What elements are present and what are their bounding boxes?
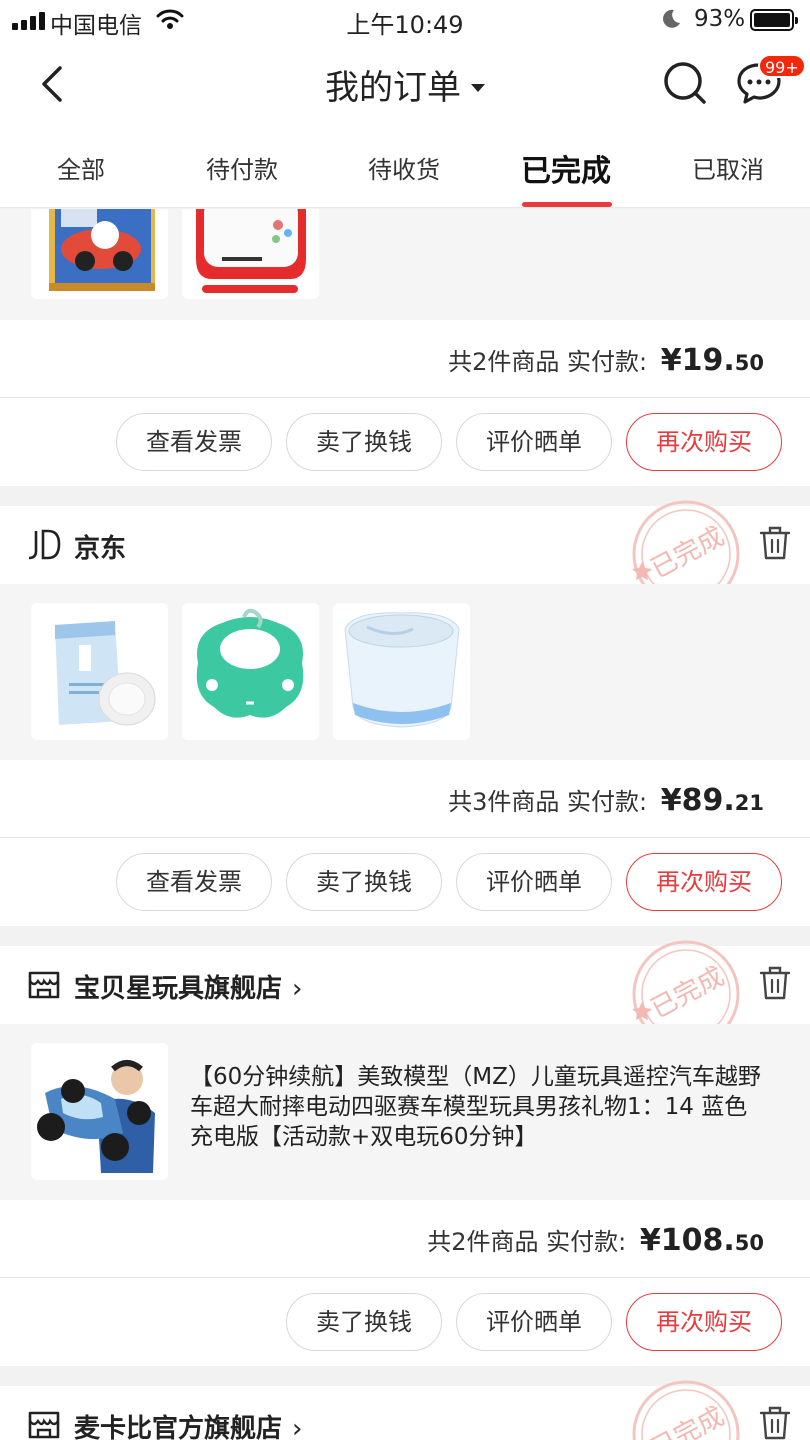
shampoo-cap-image xyxy=(196,608,304,718)
item-count: 共2件商品 xyxy=(427,1228,539,1256)
order-list[interactable]: 共2件商品 实付款: ¥19.50 查看发票 卖了换钱 评价晒单 再次购买 京东… xyxy=(0,209,810,1440)
svg-text:已完成: 已完成 xyxy=(646,962,729,1025)
completed-stamp: 已完成 xyxy=(632,1380,740,1440)
sell-for-cash-button[interactable]: 卖了换钱 xyxy=(286,413,442,471)
caret-down-icon xyxy=(471,83,485,92)
buy-again-button[interactable]: 再次购买 xyxy=(626,1293,782,1351)
delete-order-icon[interactable] xyxy=(758,525,792,561)
order-header[interactable]: 麦卡比官方旗舰店 › 已完成 xyxy=(0,1380,810,1440)
tab-completed[interactable]: 已完成 xyxy=(506,146,626,190)
view-invoice-button[interactable]: 查看发票 xyxy=(116,853,272,911)
store-icon xyxy=(28,1411,60,1439)
product-thumbnail[interactable] xyxy=(333,603,470,740)
active-tab-indicator xyxy=(522,202,612,207)
order-actions: 查看发票 卖了换钱 评价晒单 再次购买 xyxy=(0,838,810,926)
clock: 上午10:49 xyxy=(346,11,464,39)
sell-for-cash-button[interactable]: 卖了换钱 xyxy=(286,1293,442,1351)
product-thumbnail[interactable] xyxy=(182,603,319,740)
order-products[interactable]: 【60分钟续航】美致模型（MZ）儿童玩具遥控汽车越野车超大耐摔电动四驱赛车模型玩… xyxy=(0,1024,810,1200)
shop-name-link[interactable]: 麦卡比官方旗舰店 › xyxy=(74,1408,302,1440)
toy-book-image xyxy=(49,209,155,291)
shop-name[interactable]: 京东 xyxy=(74,528,126,565)
chevron-right-icon: › xyxy=(292,974,303,1004)
order-total: 共3件商品 实付款: ¥89.21 xyxy=(448,782,764,818)
diaper-pack-image xyxy=(55,621,156,726)
order-total: 共2件商品 实付款: ¥19.50 xyxy=(448,342,764,378)
search-icon[interactable] xyxy=(662,60,708,106)
order-summary: 共2件商品 实付款: ¥19.50 xyxy=(0,320,810,397)
order-total: 共2件商品 实付款: ¥108.50 xyxy=(427,1222,764,1258)
tab-pending-payment[interactable]: 待付款 xyxy=(182,150,302,185)
bath-bucket-image xyxy=(344,612,460,728)
paid-amount: ¥89.21 xyxy=(660,783,764,818)
rc-car-image xyxy=(31,1043,168,1180)
paid-label: 实付款: xyxy=(567,788,648,816)
svg-text:已完成: 已完成 xyxy=(646,1402,729,1440)
product-thumbnail[interactable] xyxy=(31,1043,168,1180)
delete-order-icon[interactable] xyxy=(758,1405,792,1440)
product-title[interactable]: 【60分钟续航】美致模型（MZ）儿童玩具遥控汽车越野车超大耐摔电动四驱赛车模型玩… xyxy=(190,1062,770,1152)
sell-for-cash-button[interactable]: 卖了换钱 xyxy=(286,853,442,911)
navigation-bar: 我的订单 99+ xyxy=(0,44,810,124)
jd-logo-icon xyxy=(28,529,61,560)
paid-amount: ¥19.50 xyxy=(660,343,764,378)
status-bar: 中国电信 上午10:49 93% xyxy=(0,0,810,44)
review-button[interactable]: 评价晒单 xyxy=(456,413,612,471)
order-status-tabs: 全部 待付款 待收货 已完成 已取消 xyxy=(0,124,810,208)
tab-pending-receipt[interactable]: 待收货 xyxy=(344,150,464,185)
item-count: 共2件商品 xyxy=(448,348,560,376)
store-icon xyxy=(28,971,60,999)
product-thumbnail[interactable] xyxy=(31,209,168,299)
order-header[interactable]: 京东 已完成 xyxy=(0,500,810,608)
order-header[interactable]: 宝贝星玩具旗舰店 › 已完成 xyxy=(0,940,810,1048)
battery-percent: 93% xyxy=(694,6,746,32)
page-title-text: 我的订单 xyxy=(325,68,461,108)
order-actions: 卖了换钱 评价晒单 再次购买 xyxy=(0,1278,810,1366)
review-button[interactable]: 评价晒单 xyxy=(456,1293,612,1351)
do-not-disturb-icon xyxy=(663,9,680,28)
order-summary: 共3件商品 实付款: ¥89.21 xyxy=(0,760,810,837)
buy-again-button[interactable]: 再次购买 xyxy=(626,853,782,911)
paid-label: 实付款: xyxy=(567,348,648,376)
order-products[interactable] xyxy=(0,209,810,320)
product-thumbnail[interactable] xyxy=(182,209,319,299)
battery-icon xyxy=(750,9,798,31)
tab-all[interactable]: 全部 xyxy=(21,150,141,185)
chevron-right-icon: › xyxy=(292,1414,303,1440)
message-count-badge: 99+ xyxy=(758,54,806,78)
svg-text:已完成: 已完成 xyxy=(646,522,729,585)
order-summary: 共2件商品 实付款: ¥108.50 xyxy=(0,1200,810,1277)
order-actions: 查看发票 卖了换钱 评价晒单 再次购买 xyxy=(0,398,810,486)
paid-amount: ¥108.50 xyxy=(639,1223,764,1258)
product-thumbnail[interactable] xyxy=(31,603,168,740)
tab-cancelled[interactable]: 已取消 xyxy=(668,150,788,185)
paid-label: 实付款: xyxy=(546,1228,627,1256)
order-products[interactable] xyxy=(0,584,810,760)
shop-name-link[interactable]: 宝贝星玩具旗舰店 › xyxy=(74,968,302,1005)
item-count: 共3件商品 xyxy=(448,788,560,816)
view-invoice-button[interactable]: 查看发票 xyxy=(116,413,272,471)
drawing-board-image xyxy=(196,209,306,293)
delete-order-icon[interactable] xyxy=(758,965,792,1001)
buy-again-button[interactable]: 再次购买 xyxy=(626,413,782,471)
review-button[interactable]: 评价晒单 xyxy=(456,853,612,911)
